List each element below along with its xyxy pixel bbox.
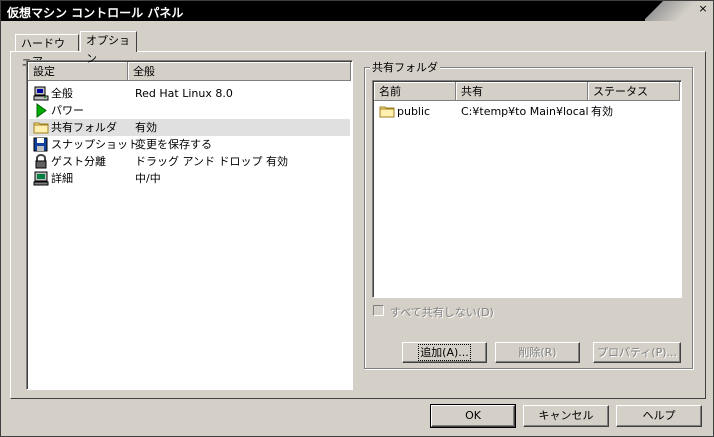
tab-options[interactable]: オプション <box>80 31 137 65</box>
shared-folder-name: public <box>397 105 431 118</box>
column-header-share[interactable]: 共有 <box>456 82 588 101</box>
settings-row-value: ドラッグ アンド ドロップ 有効 <box>135 155 289 168</box>
title-bar[interactable]: 仮想マシン コントロール パネル × <box>1 1 713 21</box>
settings-row-label: スナップショット <box>51 138 139 151</box>
settings-row-advanced[interactable]: 詳細 中/中 <box>29 170 350 187</box>
ok-button[interactable]: OK <box>430 404 516 428</box>
settings-row-power[interactable]: パワー <box>29 102 350 119</box>
settings-row-value: 中/中 <box>135 172 161 185</box>
settings-row-label: 全般 <box>51 87 73 100</box>
add-button[interactable]: 追加(A)... <box>402 342 487 363</box>
window-title: 仮想マシン コントロール パネル <box>7 6 184 20</box>
shared-folders-list[interactable]: 名前 共有 ステータス public C:¥temp¥to Main¥local… <box>372 80 682 298</box>
disable-all-sharing-checkbox[interactable] <box>373 305 384 316</box>
settings-row-value: Red Hat Linux 8.0 <box>135 87 233 100</box>
settings-row-guest-isolation[interactable]: ゲスト分離 ドラッグ アンド ドロップ 有効 <box>29 153 350 170</box>
disable-all-sharing-label: すべて共有しない(D) <box>390 306 494 319</box>
settings-row-shared-folders[interactable]: 共有フォルダ 有効 <box>29 119 350 136</box>
column-header-status[interactable]: ステータス <box>588 82 680 101</box>
settings-row-value: 変更を保存する <box>135 138 212 151</box>
settings-row-label: 詳細 <box>51 172 73 185</box>
vm-control-panel-window: 仮想マシン コントロール パネル × ハードウェア オプション 設定 全般 全般… <box>0 0 714 437</box>
shared-folder-row[interactable]: public C:¥temp¥to Main¥local 有効 <box>375 103 679 120</box>
lock-icon <box>35 154 47 169</box>
power-play-icon <box>36 103 47 118</box>
shared-folder-path: C:¥temp¥to Main¥local <box>461 105 589 118</box>
properties-button[interactable]: プロパティ(P)... <box>593 342 681 363</box>
tab-hardware[interactable]: ハードウェア <box>15 34 79 68</box>
remove-button[interactable]: 削除(R) <box>495 342 580 363</box>
settings-row-label: 共有フォルダ <box>51 121 117 134</box>
settings-row-label: パワー <box>51 104 84 117</box>
shared-folder-status: 有効 <box>591 105 613 118</box>
floppy-disk-icon <box>33 137 48 152</box>
column-header-name[interactable]: 名前 <box>374 82 456 101</box>
close-icon[interactable]: × <box>697 3 709 15</box>
settings-list[interactable]: 設定 全般 全般 Red Hat Linux 8.0 パワー 共有フォルダ 有効… <box>26 60 353 390</box>
column-header-general[interactable]: 全般 <box>128 62 351 81</box>
folder-icon <box>33 122 49 134</box>
cancel-button[interactable]: キャンセル <box>523 405 609 427</box>
settings-row-general[interactable]: 全般 Red Hat Linux 8.0 <box>29 85 350 102</box>
settings-row-value: 有効 <box>135 121 157 134</box>
column-header-setting[interactable]: 設定 <box>28 62 128 81</box>
computer-icon <box>33 86 49 101</box>
shared-folders-group-label: 共有フォルダ <box>370 59 440 75</box>
settings-row-label: ゲスト分離 <box>51 155 106 168</box>
folder-icon <box>379 106 395 118</box>
advanced-computer-icon <box>33 171 49 186</box>
help-button[interactable]: ヘルプ <box>616 405 702 427</box>
settings-row-snapshot[interactable]: スナップショット 変更を保存する <box>29 136 350 153</box>
